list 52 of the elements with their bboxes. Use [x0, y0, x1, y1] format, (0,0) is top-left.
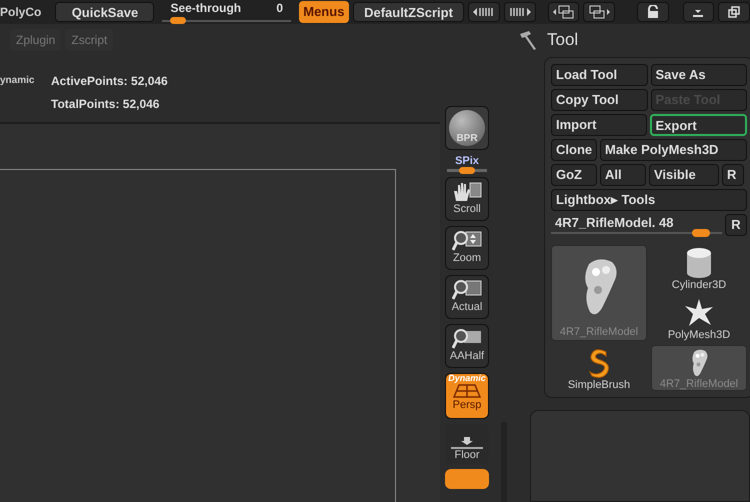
brush-icon	[586, 348, 612, 378]
tool-button[interactable]: Export	[650, 114, 747, 136]
restore-icon[interactable]	[718, 2, 750, 22]
tool-button[interactable]: Copy Tool	[551, 89, 648, 111]
tool-button[interactable]: Save As	[650, 64, 747, 86]
layout-right-icon[interactable]	[504, 2, 536, 22]
magnifier-icon	[452, 278, 482, 301]
tool-button[interactable]: R	[722, 164, 744, 186]
point-count-text: ActivePoints: 52,046	[51, 73, 168, 89]
dynamic-label: ynamic	[0, 74, 34, 88]
tool-button[interactable]: Load Tool	[551, 64, 648, 86]
floor-icon	[451, 437, 483, 449]
cylinder-icon	[685, 246, 713, 278]
menus-button[interactable]: Menus	[299, 1, 349, 23]
magnifier-icon	[452, 328, 482, 350]
tool-button[interactable]: Lightbox▸ Tools	[551, 189, 747, 211]
view-tool-button[interactable]: Actual	[445, 274, 489, 319]
hammer-icon	[517, 29, 539, 51]
persp-button[interactable]: Dynamic Persp	[445, 372, 489, 419]
tool-thumbnail[interactable]: SimpleBrush	[551, 345, 647, 391]
windows-icon[interactable]	[583, 2, 616, 22]
script-button[interactable]: DefaultZScript	[352, 2, 464, 22]
lock-icon[interactable]	[636, 2, 669, 22]
tool-button[interactable]: Import	[551, 114, 646, 136]
spix-label: SPix	[455, 155, 479, 169]
panel-title: Tool	[547, 29, 578, 52]
shelf-button[interactable]	[445, 468, 489, 489]
subtool-slider[interactable]: 4R7_RifleModel. 48	[551, 214, 722, 240]
tool-button[interactable]: All	[600, 164, 646, 186]
star-icon	[684, 298, 714, 326]
grid-icon	[453, 382, 481, 399]
see-through-value: 0	[276, 1, 284, 16]
tool-button[interactable]: Clone	[551, 139, 597, 161]
windows-icon[interactable]	[548, 2, 580, 22]
see-through-label: See-through	[170, 1, 242, 16]
point-count-text: TotalPoints: 52,046	[51, 96, 160, 112]
minimize-icon[interactable]	[682, 2, 714, 22]
layout-left-icon[interactable]	[468, 2, 500, 22]
tool-button[interactable]: Visible	[649, 164, 719, 186]
spix-slider[interactable]	[447, 168, 487, 172]
quicksave-button[interactable]: QuickSave	[55, 2, 154, 22]
toolbar-label: PolyCo	[0, 4, 42, 21]
tool-button[interactable]: Make PolyMesh3D	[600, 139, 747, 161]
view-tool-button[interactable]: AAHalf	[445, 324, 489, 368]
hand-icon	[452, 180, 482, 203]
tool-button[interactable]: GoZ	[551, 164, 597, 186]
tool-thumbnail[interactable]: Cylinder3D	[651, 245, 747, 291]
tool-button[interactable]: R	[725, 214, 747, 236]
magnifier-icon	[452, 230, 482, 252]
view-tool-button[interactable]: Zoom	[445, 226, 489, 270]
view-tool-button[interactable]: Scroll	[445, 176, 489, 221]
tool-thumbnail[interactable]: PolyMesh3D	[651, 295, 747, 341]
